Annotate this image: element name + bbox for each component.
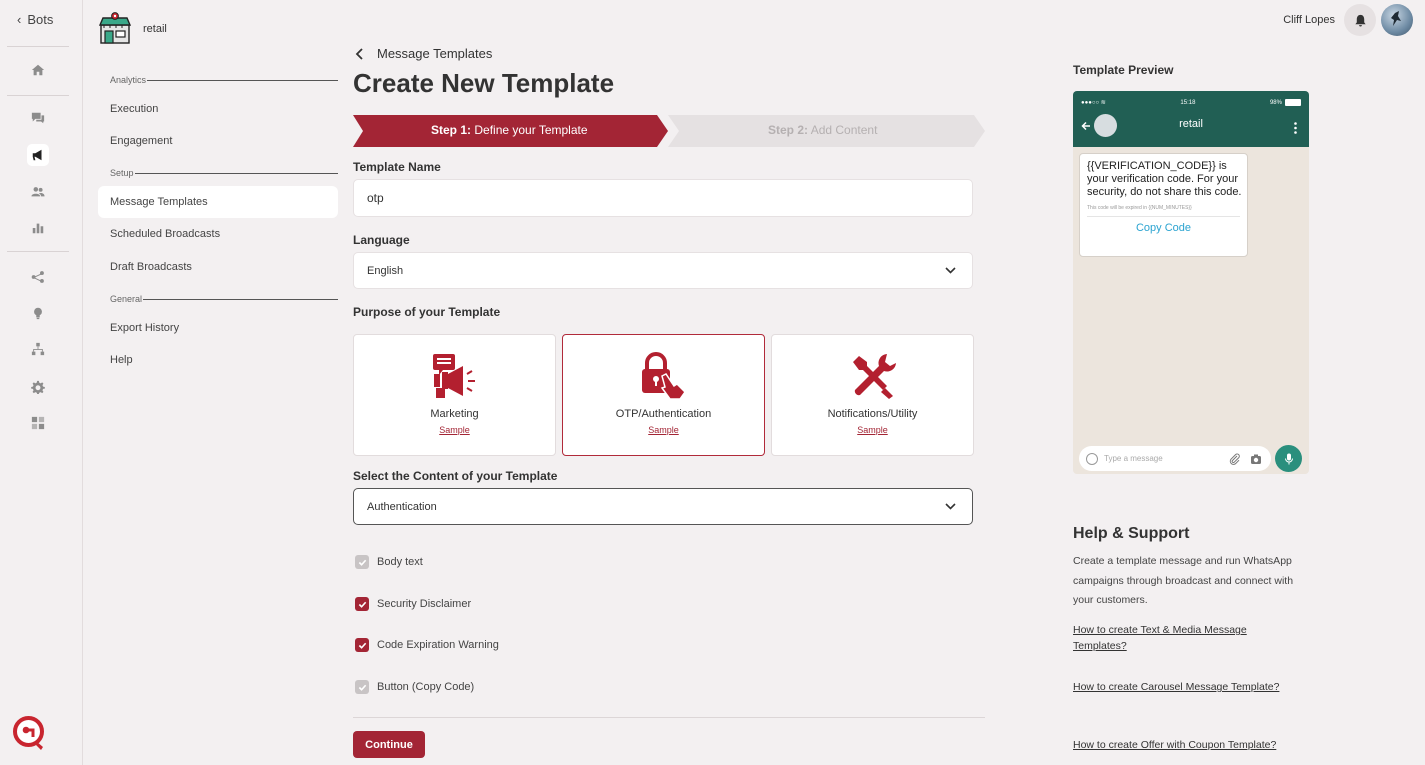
nav-item-export-history[interactable]: Export History bbox=[110, 322, 179, 334]
template-name-label: Template Name bbox=[353, 160, 441, 174]
step-2[interactable]: Step 2: Add Content bbox=[768, 123, 877, 137]
check-icon bbox=[355, 638, 369, 652]
paperclip-icon bbox=[1229, 453, 1240, 465]
status-time: 15:18 bbox=[1180, 99, 1196, 106]
contact-name: retail bbox=[1179, 118, 1203, 130]
purpose-name: OTP/Authentication bbox=[615, 408, 712, 420]
icon-rail: ‹ Bots bbox=[0, 0, 83, 765]
purpose-card-utility[interactable]: Notifications/Utility Sample bbox=[771, 334, 974, 456]
help-link-text-media[interactable]: How to create Text & Media Message Templ… bbox=[1073, 622, 1283, 654]
home-icon[interactable] bbox=[29, 61, 47, 79]
user-name: Cliff Lopes bbox=[1283, 14, 1335, 26]
tools-icon bbox=[853, 354, 896, 399]
megaphone-icon bbox=[433, 354, 475, 398]
rail-divider bbox=[7, 95, 69, 96]
status-bar: ●●●○○ ≋ 15:18 98% bbox=[1081, 99, 1301, 106]
chevron-left-icon bbox=[355, 47, 363, 60]
checkbox-body-text[interactable]: Body text bbox=[355, 555, 423, 569]
purpose-card-otp[interactable]: OTP/Authentication Sample bbox=[562, 334, 765, 456]
help-link-coupon[interactable]: How to create Offer with Coupon Template… bbox=[1073, 737, 1283, 753]
message-input-bar: Type a message bbox=[1079, 446, 1271, 471]
signal-icon: ●●●○○ ≋ bbox=[1081, 100, 1106, 107]
bot-name: retail bbox=[143, 23, 167, 35]
check-icon bbox=[355, 680, 369, 694]
analytics-icon[interactable] bbox=[29, 219, 47, 237]
checkbox-code-expiration[interactable]: Code Expiration Warning bbox=[355, 638, 499, 652]
flow-icon[interactable] bbox=[29, 268, 47, 286]
hierarchy-icon[interactable] bbox=[29, 340, 47, 358]
help-link-carousel[interactable]: How to create Carousel Message Template? bbox=[1073, 679, 1283, 695]
help-title: Help & Support bbox=[1073, 525, 1190, 542]
sample-link[interactable]: Sample bbox=[354, 425, 555, 435]
avatar[interactable] bbox=[1381, 4, 1413, 36]
content-label: Select the Content of your Template bbox=[353, 469, 558, 483]
nav-item-help[interactable]: Help bbox=[110, 354, 133, 366]
rail-divider bbox=[7, 251, 69, 252]
check-icon bbox=[355, 555, 369, 569]
nav-item-draft-broadcasts[interactable]: Draft Broadcasts bbox=[110, 261, 192, 273]
preview-title: Template Preview bbox=[1073, 63, 1174, 77]
bot-selector[interactable]: retail bbox=[98, 12, 167, 46]
breadcrumb[interactable]: Message Templates bbox=[355, 46, 492, 61]
nav-item-execution[interactable]: Execution bbox=[110, 103, 158, 115]
message-footer: This code will be expired in {{NUM_MINUT… bbox=[1087, 205, 1192, 211]
back-to-bots-link[interactable]: ‹ Bots bbox=[17, 12, 59, 27]
rail-divider bbox=[7, 46, 69, 47]
checkbox-copy-code-button[interactable]: Button (Copy Code) bbox=[355, 680, 474, 694]
bulb-icon[interactable] bbox=[29, 304, 47, 322]
gear-icon[interactable] bbox=[29, 378, 47, 396]
nav-item-engagement[interactable]: Engagement bbox=[110, 135, 172, 147]
sample-link[interactable]: Sample bbox=[563, 425, 764, 435]
mic-icon bbox=[1275, 445, 1302, 472]
lock-icon bbox=[642, 352, 686, 400]
haptik-logo bbox=[13, 716, 44, 750]
check-icon bbox=[355, 597, 369, 611]
form-divider bbox=[353, 717, 985, 718]
stepper: Step 1: Define your Template Step 2: Add… bbox=[353, 115, 985, 147]
megaphone-icon[interactable] bbox=[27, 144, 49, 166]
purpose-label: Purpose of your Template bbox=[353, 305, 501, 319]
purpose-name: Marketing bbox=[430, 408, 479, 420]
checkbox-security-disclaimer[interactable]: Security Disclaimer bbox=[355, 597, 471, 611]
language-select[interactable]: English bbox=[353, 252, 973, 289]
template-name-input[interactable]: otp bbox=[353, 179, 973, 217]
chat-header: ●●●○○ ≋ 15:18 98% retail bbox=[1073, 91, 1309, 147]
chat-icon[interactable] bbox=[29, 109, 47, 127]
copy-code-button: Copy Code bbox=[1135, 222, 1192, 234]
chevron-down-icon bbox=[945, 503, 956, 510]
chevron-left-icon: ‹ bbox=[17, 12, 22, 27]
store-icon bbox=[98, 12, 132, 44]
more-icon bbox=[1294, 122, 1297, 134]
integrations-icon[interactable] bbox=[29, 414, 47, 432]
sample-link[interactable]: Sample bbox=[772, 425, 973, 435]
user-menu: Cliff Lopes bbox=[1283, 4, 1413, 36]
emoji-icon bbox=[1086, 452, 1098, 465]
nav-item-scheduled-broadcasts[interactable]: Scheduled Broadcasts bbox=[110, 228, 220, 240]
content-select[interactable]: Authentication bbox=[353, 488, 973, 525]
camera-icon bbox=[1251, 454, 1261, 464]
whatsapp-preview: ●●●○○ ≋ 15:18 98% retail {{VERIFICATION_… bbox=[1073, 91, 1309, 474]
purpose-card-marketing[interactable]: Marketing Sample bbox=[353, 334, 556, 456]
chevron-down-icon bbox=[945, 267, 956, 274]
purpose-name: Notifications/Utility bbox=[827, 408, 918, 420]
nav-group-general: General bbox=[110, 294, 338, 304]
step-1[interactable]: Step 1: Define your Template bbox=[431, 123, 588, 137]
bell-icon[interactable] bbox=[1344, 4, 1376, 36]
page-title: Create New Template bbox=[353, 68, 615, 98]
language-label: Language bbox=[353, 233, 410, 247]
nav-item-message-templates[interactable]: Message Templates bbox=[110, 196, 208, 208]
help-description: Create a template message and run WhatsA… bbox=[1073, 555, 1294, 606]
bubble-divider bbox=[1087, 216, 1240, 217]
continue-button[interactable]: Continue bbox=[353, 731, 425, 758]
nav-group-setup: Setup bbox=[110, 168, 338, 178]
nav-group-analytics: Analytics bbox=[110, 75, 338, 85]
users-icon[interactable] bbox=[29, 183, 47, 201]
message-text: {{VERIFICATION_CODE}} is your verificati… bbox=[1087, 160, 1242, 198]
battery-status: 98% bbox=[1270, 99, 1301, 106]
message-bubble: {{VERIFICATION_CODE}} is your verificati… bbox=[1079, 153, 1248, 257]
message-placeholder: Type a message bbox=[1104, 454, 1163, 463]
